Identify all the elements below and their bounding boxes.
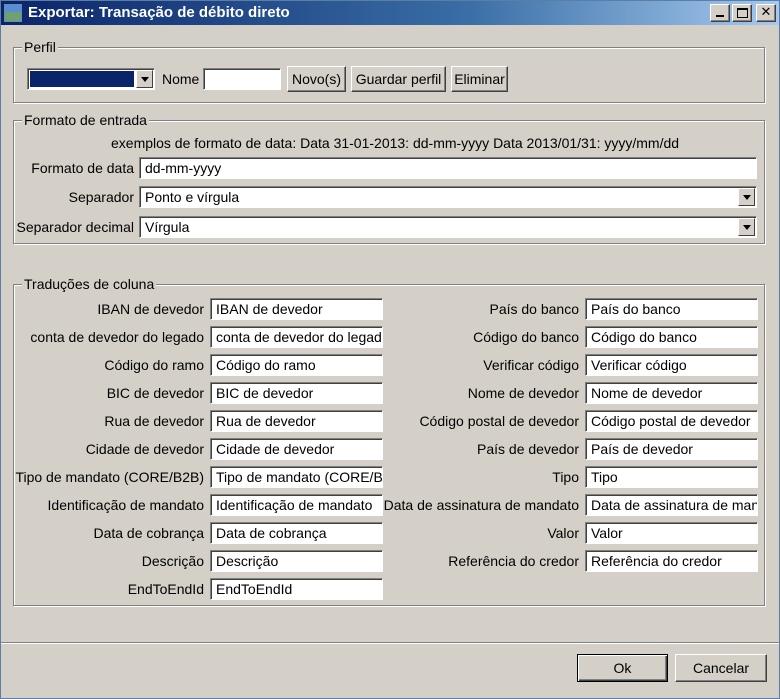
translation-input[interactable]: Referência do credor [585,550,758,572]
translation-input[interactable]: Identificação de mandato [210,494,383,516]
translation-input[interactable]: conta de devedor do legado [210,326,383,348]
translation-label: Código do ramo [104,357,204,373]
translation-input[interactable]: EndToEndId [210,578,383,600]
translation-input[interactable]: Descrição [210,550,383,572]
translation-input[interactable]: Tipo de mandato (CORE/B2B) [210,466,383,488]
column-translations-legend: Traduções de coluna [22,276,157,292]
translation-label: IBAN de devedor [97,301,204,317]
profile-select[interactable] [27,68,155,90]
minimize-icon [716,15,724,17]
translation-label: País do banco [489,301,579,317]
translation-label: Rua de devedor [104,413,204,429]
new-profile-button[interactable]: Novo(s) [287,66,346,92]
translation-label: País de devedor [477,441,579,457]
translation-label: conta de devedor do legado [30,329,204,345]
ok-button[interactable]: Ok [577,654,668,682]
translation-label: Cidade de devedor [85,441,204,457]
close-button[interactable]: ✕ [756,4,776,22]
translation-input[interactable]: Código do banco [585,326,758,348]
maximize-button[interactable] [732,4,752,22]
translation-input[interactable]: Data de cobrança [210,522,383,544]
maximize-icon [737,8,748,18]
decimal-separator-select[interactable]: Vírgula [139,216,757,238]
title-bar[interactable]: Exportar: Transação de débito direto ✕ [1,1,779,25]
translation-label: Nome de devedor [467,385,579,401]
separator-select[interactable]: Ponto e vírgula [139,186,757,208]
close-icon: ✕ [760,4,772,19]
footer-divider [1,642,779,644]
translation-input[interactable]: Código do ramo [210,354,383,376]
chevron-down-icon[interactable] [136,70,153,88]
translation-label: Data de assinatura de mandato [383,497,579,513]
date-format-label: Formato de data [31,160,134,176]
translation-input[interactable]: Valor [585,522,758,544]
translation-input[interactable]: País do banco [585,298,758,320]
translation-label: Código do banco [473,329,579,345]
minimize-button[interactable] [710,4,730,22]
window-title: Exportar: Transação de débito direto [28,4,290,21]
chevron-down-icon[interactable] [738,188,755,206]
translation-label: Identificação de mandato [47,497,204,513]
cancel-button[interactable]: Cancelar [675,654,767,682]
translation-input[interactable]: País de devedor [585,438,758,460]
separator-select-value: Ponto e vírgula [145,189,240,205]
delete-profile-button[interactable]: Eliminar [451,66,508,92]
name-input[interactable] [203,68,281,90]
date-format-input[interactable]: dd-mm-yyyy [139,157,757,179]
column-translations-group: Traduções de coluna IBAN de devedor IBAN … [13,276,765,606]
translation-input[interactable]: Verificar código [585,354,758,376]
separator-label: Separador [68,189,134,205]
input-format-legend: Formato de entrada [22,112,149,128]
profile-legend: Perfil [22,39,58,55]
chevron-down-icon[interactable] [738,218,755,236]
save-profile-button[interactable]: Guardar perfil [351,66,446,92]
translation-label: Valor [547,525,579,541]
translation-label: Tipo de mandato (CORE/B2B) [15,469,204,485]
translation-label: BIC de devedor [106,385,204,401]
date-format-examples: exemplos de formato de data: Data 31-01-… [111,135,680,151]
profile-select-highlight [30,71,134,87]
translation-input[interactable]: Código postal de devedor [585,410,758,432]
translation-label: EndToEndId [127,581,204,597]
translation-input[interactable]: BIC de devedor [210,382,383,404]
translation-input[interactable]: IBAN de devedor [210,298,383,320]
translation-input[interactable]: Tipo [585,466,758,488]
profile-group: Perfil Nome Novo(s) Guardar perfil Elimi… [13,39,765,103]
name-label: Nome [162,71,200,87]
decimal-separator-select-value: Vírgula [145,219,190,235]
translation-input[interactable]: Nome de devedor [585,382,758,404]
translation-input[interactable]: Data de assinatura de mandato [585,494,758,516]
translation-label: Tipo [552,469,579,485]
translation-label: Referência do credor [448,553,579,569]
decimal-separator-label: Separador decimal [16,219,134,235]
translation-input[interactable]: Cidade de devedor [210,438,383,460]
app-icon [4,4,22,22]
translation-label: Código postal de devedor [419,413,579,429]
translation-label: Verificar código [483,357,579,373]
translation-label: Data de cobrança [93,525,204,541]
input-format-group: Formato de entrada exemplos de formato d… [13,112,765,244]
export-dialog: Exportar: Transação de débito direto ✕ P… [0,0,780,699]
translation-label: Descrição [141,553,204,569]
translation-input[interactable]: Rua de devedor [210,410,383,432]
